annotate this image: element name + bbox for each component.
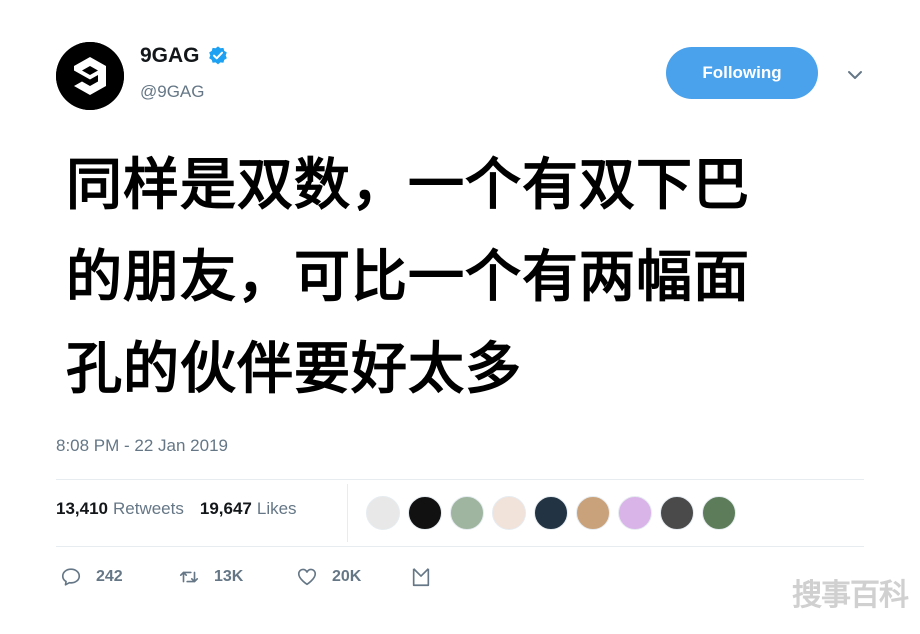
tweet-text: 同样是双数，一个有双下巴 的朋友，可比一个有两幅面 孔的伙伴要好太多	[66, 140, 856, 416]
display-name[interactable]: 9GAG	[140, 44, 200, 68]
liker-avatar-2[interactable]	[408, 496, 442, 530]
liker-avatar-6[interactable]	[576, 496, 610, 530]
reply-count: 242	[96, 568, 123, 585]
tweet-text-line: 的朋友，可比一个有两幅面	[66, 245, 750, 310]
avatar[interactable]	[56, 42, 124, 110]
liker-avatars	[366, 496, 744, 530]
like-count: 20K	[332, 568, 362, 585]
heart-icon	[297, 568, 317, 586]
user-handle[interactable]: @9GAG	[140, 82, 205, 102]
envelope-icon	[412, 568, 430, 587]
liker-avatar-5[interactable]	[534, 496, 568, 530]
liker-avatar-9[interactable]	[702, 496, 736, 530]
divider	[56, 546, 864, 547]
chevron-down-icon[interactable]	[844, 64, 866, 86]
reply-icon	[61, 568, 81, 586]
retweets-label[interactable]: Retweets	[113, 499, 184, 519]
9gag-logo-icon	[56, 42, 124, 110]
liker-avatar-3[interactable]	[450, 496, 484, 530]
retweets-count[interactable]: 13,410	[56, 499, 108, 519]
direct-message-button[interactable]	[410, 566, 432, 588]
tweet-text-line: 同样是双数，一个有双下巴	[66, 153, 750, 218]
tweet-text-line: 孔的伙伴要好太多	[66, 337, 522, 402]
liker-avatar-1[interactable]	[366, 496, 400, 530]
tweet-actions: 242 13K 20K	[60, 566, 432, 588]
likes-label[interactable]: Likes	[257, 499, 297, 519]
retweet-icon	[179, 571, 199, 583]
retweet-button[interactable]: 13K	[178, 566, 296, 588]
tweet-stats: 13,410 Retweets 19,647 Likes	[56, 499, 297, 519]
name-row: 9GAG	[140, 44, 229, 68]
tweet-timestamp[interactable]: 8:08 PM - 22 Jan 2019	[56, 436, 228, 456]
retweet-count: 13K	[214, 568, 244, 585]
likes-count[interactable]: 19,647	[200, 499, 252, 519]
stats-divider	[347, 484, 348, 542]
watermark: 搜事百科	[792, 578, 909, 613]
following-button[interactable]: Following	[666, 47, 818, 99]
divider	[56, 479, 864, 480]
liker-avatar-7[interactable]	[618, 496, 652, 530]
liker-avatar-8[interactable]	[660, 496, 694, 530]
reply-button[interactable]: 242	[60, 566, 178, 588]
verified-badge-icon	[208, 46, 227, 65]
liker-avatar-4[interactable]	[492, 496, 526, 530]
like-button[interactable]: 20K	[296, 566, 410, 588]
tweet-card: 9GAG @9GAG Following 同样是双数，一个有双下巴 的朋友，可比…	[0, 0, 920, 634]
